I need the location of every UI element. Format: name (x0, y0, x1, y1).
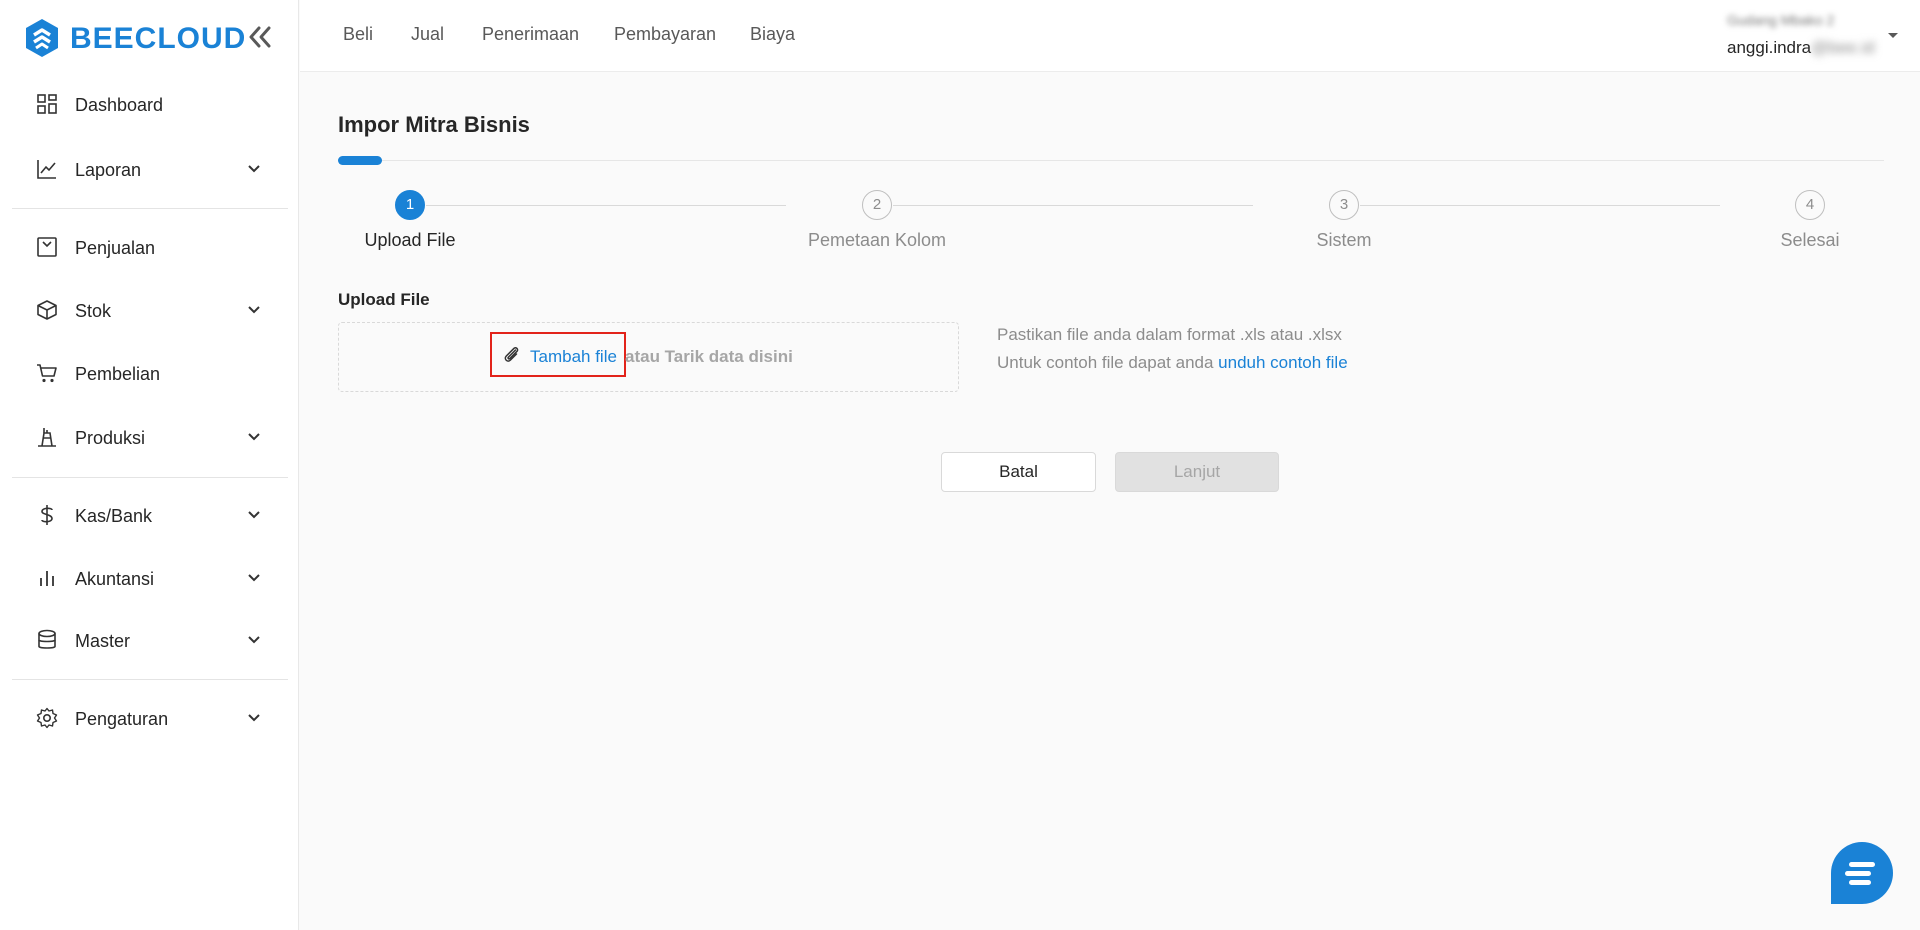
gear-icon (36, 707, 58, 729)
beecloud-logo-icon (26, 19, 58, 57)
upload-section-heading: Upload File (338, 290, 430, 309)
sidebar-item-laporan[interactable]: Laporan (12, 146, 288, 194)
box-icon (37, 300, 57, 320)
sidebar: BEECLOUD Dashboard Laporan Penjualan Sto… (0, 0, 299, 930)
file-dropzone[interactable]: Tambah file atau Tarik data disini (338, 322, 959, 392)
step-label: Upload File (364, 230, 456, 250)
line-chart-icon (37, 160, 56, 179)
paperclip-icon (504, 347, 519, 362)
top-navbar: Beli Jual Penerimaan Pembayaran Biaya Gu… (300, 0, 1920, 72)
sidebar-item-label: Master (75, 631, 131, 651)
step-upload-file: 1 Upload File (320, 190, 500, 251)
step-sistem: 3 Sistem (1254, 190, 1434, 251)
chevron-down-icon (248, 714, 260, 722)
step-pemetaan-kolom: 2 Pemetaan Kolom (787, 190, 967, 251)
step-label: Selesai (1780, 230, 1840, 250)
step-label: Sistem (1316, 230, 1372, 250)
import-stepper: 1 Upload File 2 Pemetaan Kolom 3 Sistem … (338, 190, 1884, 260)
sidebar-divider (12, 208, 288, 209)
add-file-link[interactable]: Tambah file (530, 347, 617, 367)
dollar-icon (41, 505, 53, 525)
nav-link-biaya[interactable]: Biaya (750, 24, 795, 45)
user-email: anggi.indra@bee.id (1727, 38, 1875, 58)
cancel-button[interactable]: Batal (941, 452, 1096, 492)
sidebar-item-label: Pembelian (75, 364, 161, 384)
sidebar-item-label: Stok (75, 301, 112, 321)
user-company-name: Gudang Mbako 2 (1727, 12, 1835, 28)
next-button[interactable]: Lanjut (1115, 452, 1279, 492)
download-example-link[interactable]: unduh contoh file (1218, 353, 1348, 372)
chat-support-icon[interactable] (1829, 840, 1895, 906)
sidebar-item-label: Dashboard (75, 95, 164, 115)
user-menu[interactable]: Gudang Mbako 2 anggi.indra@bee.id (1727, 10, 1902, 62)
nav-link-pembayaran[interactable]: Pembayaran (614, 24, 716, 45)
sidebar-item-label: Akuntansi (75, 569, 155, 589)
dashboard-grid-icon (37, 94, 57, 114)
sidebar-item-penjualan[interactable]: Penjualan (12, 224, 288, 272)
step-number: 4 (1795, 190, 1825, 220)
receipt-icon (37, 237, 57, 257)
caret-down-icon (1888, 33, 1898, 38)
title-accent-bar (338, 156, 382, 165)
format-hint: Pastikan file anda dalam format .xls ata… (997, 325, 1342, 344)
sidebar-item-label: Laporan (75, 160, 142, 180)
database-icon (38, 629, 56, 649)
sidebar-item-label: Penjualan (75, 238, 156, 258)
user-email-visible: anggi.indra (1727, 38, 1812, 57)
sidebar-divider (12, 477, 288, 478)
sidebar-divider (12, 679, 288, 680)
step-label: Pemetaan Kolom (807, 230, 947, 250)
brand-logo[interactable]: BEECLOUD (24, 18, 284, 58)
factory-icon (38, 428, 56, 447)
sidebar-item-stok[interactable]: Stok (12, 287, 288, 335)
step-number: 1 (395, 190, 425, 220)
sidebar-item-akuntansi[interactable]: Akuntansi (12, 555, 288, 603)
user-email-hidden: @bee.id (1811, 38, 1875, 57)
chevron-down-icon (248, 574, 260, 582)
chevron-down-icon (248, 306, 260, 314)
nav-link-beli[interactable]: Beli (343, 24, 373, 45)
sidebar-item-master[interactable]: Master (12, 617, 288, 665)
chevron-down-icon (248, 165, 260, 173)
sidebar-item-label: Produksi (75, 428, 146, 448)
sidebar-item-pengaturan[interactable]: Pengaturan (12, 695, 288, 743)
step-number: 2 (862, 190, 892, 220)
sidebar-item-dashboard[interactable]: Dashboard (12, 81, 288, 129)
sidebar-item-kasbank[interactable]: Kas/Bank (12, 492, 288, 540)
drag-drop-hint: atau Tarik data disini (625, 347, 793, 366)
example-hint-text: Untuk contoh file dapat anda (997, 353, 1219, 372)
chevron-down-icon (248, 511, 260, 519)
bar-chart-icon (40, 571, 54, 586)
sidebar-item-label: Pengaturan (75, 709, 169, 729)
sidebar-item-produksi[interactable]: Produksi (12, 414, 288, 462)
brand-name: BEECLOUD (70, 22, 247, 55)
page-title: Impor Mitra Bisnis (338, 112, 530, 137)
example-hint: Untuk contoh file dapat anda unduh conto… (997, 353, 1348, 373)
sidebar-item-pembelian[interactable]: Pembelian (12, 350, 288, 398)
cart-icon (37, 364, 57, 383)
step-selesai: 4 Selesai (1720, 190, 1900, 251)
step-number: 3 (1329, 190, 1359, 220)
nav-link-jual[interactable]: Jual (411, 24, 444, 45)
nav-link-penerimaan[interactable]: Penerimaan (482, 24, 579, 45)
title-divider (338, 160, 1884, 161)
collapse-sidebar-icon[interactable] (246, 22, 274, 52)
chevron-down-icon (248, 433, 260, 441)
chevron-down-icon (248, 636, 260, 644)
sidebar-item-label: Kas/Bank (75, 506, 153, 526)
